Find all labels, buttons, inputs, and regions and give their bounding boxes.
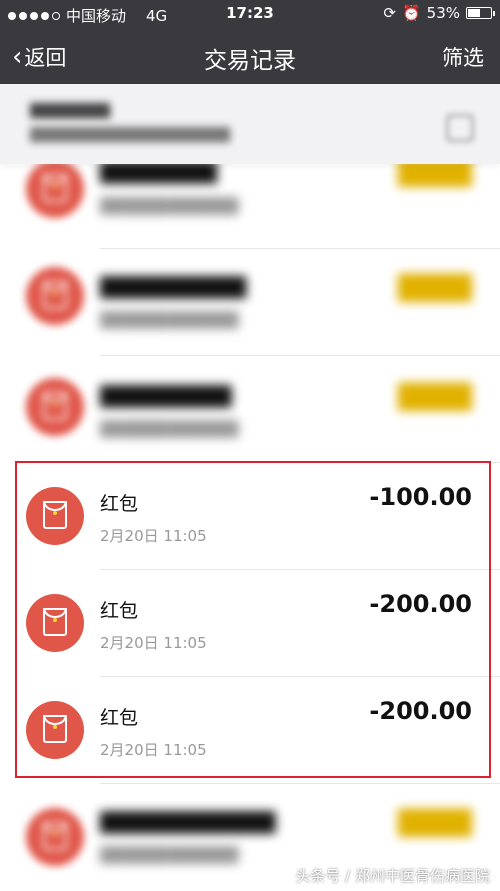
- calendar-icon[interactable]: [446, 114, 474, 142]
- transaction-amount: ████: [398, 274, 472, 302]
- status-bar: 中国移动 4G 17:23 ⟳ ⏰ 53%: [0, 0, 500, 28]
- filter-button[interactable]: 筛选: [442, 42, 484, 72]
- transaction-name: ████████████: [100, 812, 276, 834]
- red-envelope-icon: [26, 487, 84, 545]
- red-envelope-icon: [26, 378, 84, 436]
- transaction-date: 2月20日 11:05: [100, 527, 207, 545]
- transaction-amount: -200.00: [369, 697, 472, 725]
- red-envelope-icon: [26, 267, 84, 325]
- transaction-date: 2月20日 11:05: [100, 634, 207, 652]
- transaction-amount: ████: [398, 809, 472, 837]
- red-envelope-icon: [26, 594, 84, 652]
- transaction-amount: ████: [398, 383, 472, 411]
- transaction-name: ████████: [100, 162, 217, 184]
- month-subtitle: ████████████████████: [30, 128, 230, 143]
- transaction-name: 红包: [100, 493, 139, 515]
- transaction-date: ████████████: [100, 311, 239, 329]
- transaction-amount: -200.00: [369, 590, 472, 618]
- rotation-lock-icon: ⟳: [383, 4, 396, 22]
- alarm-icon: ⏰: [401, 4, 421, 22]
- navigation-bar: ‹ 返回 交易记录 筛选: [0, 28, 500, 84]
- status-right: ⟳ ⏰ 53%: [383, 4, 495, 22]
- watermark: 头条号 / 郑州中医骨伤病医院: [295, 867, 490, 885]
- transaction-row[interactable]: ██████████ ████████████ ████: [0, 249, 500, 356]
- transaction-amount: -100.00: [369, 483, 472, 511]
- transaction-name: 红包: [100, 707, 139, 729]
- transaction-row[interactable]: █████████ ████████████ ████: [0, 356, 500, 463]
- month-summary-header[interactable]: ████████ ████████████████████: [0, 84, 500, 164]
- transaction-name: ██████████: [100, 277, 247, 299]
- battery-percent: 53%: [426, 4, 460, 22]
- page-title: 交易记录: [204, 48, 296, 74]
- transaction-row[interactable]: 红包 2月20日 11:05 -100.00: [0, 463, 500, 570]
- battery-icon: [466, 7, 495, 19]
- red-envelope-icon: [26, 701, 84, 759]
- transaction-name: 红包: [100, 600, 139, 622]
- transaction-date: ████████████: [100, 197, 239, 215]
- red-envelope-icon: [26, 160, 84, 218]
- transaction-date: ████████████: [100, 846, 239, 864]
- transaction-date: 2月20日 11:05: [100, 741, 207, 759]
- transaction-date: ████████████: [100, 420, 239, 438]
- transaction-name: █████████: [100, 386, 232, 408]
- month-title: ████████: [30, 104, 110, 119]
- red-envelope-icon: [26, 808, 84, 866]
- transaction-row[interactable]: 红包 2月20日 11:05 -200.00: [0, 570, 500, 677]
- transaction-row[interactable]: 红包 2月20日 11:05 -200.00: [0, 677, 500, 784]
